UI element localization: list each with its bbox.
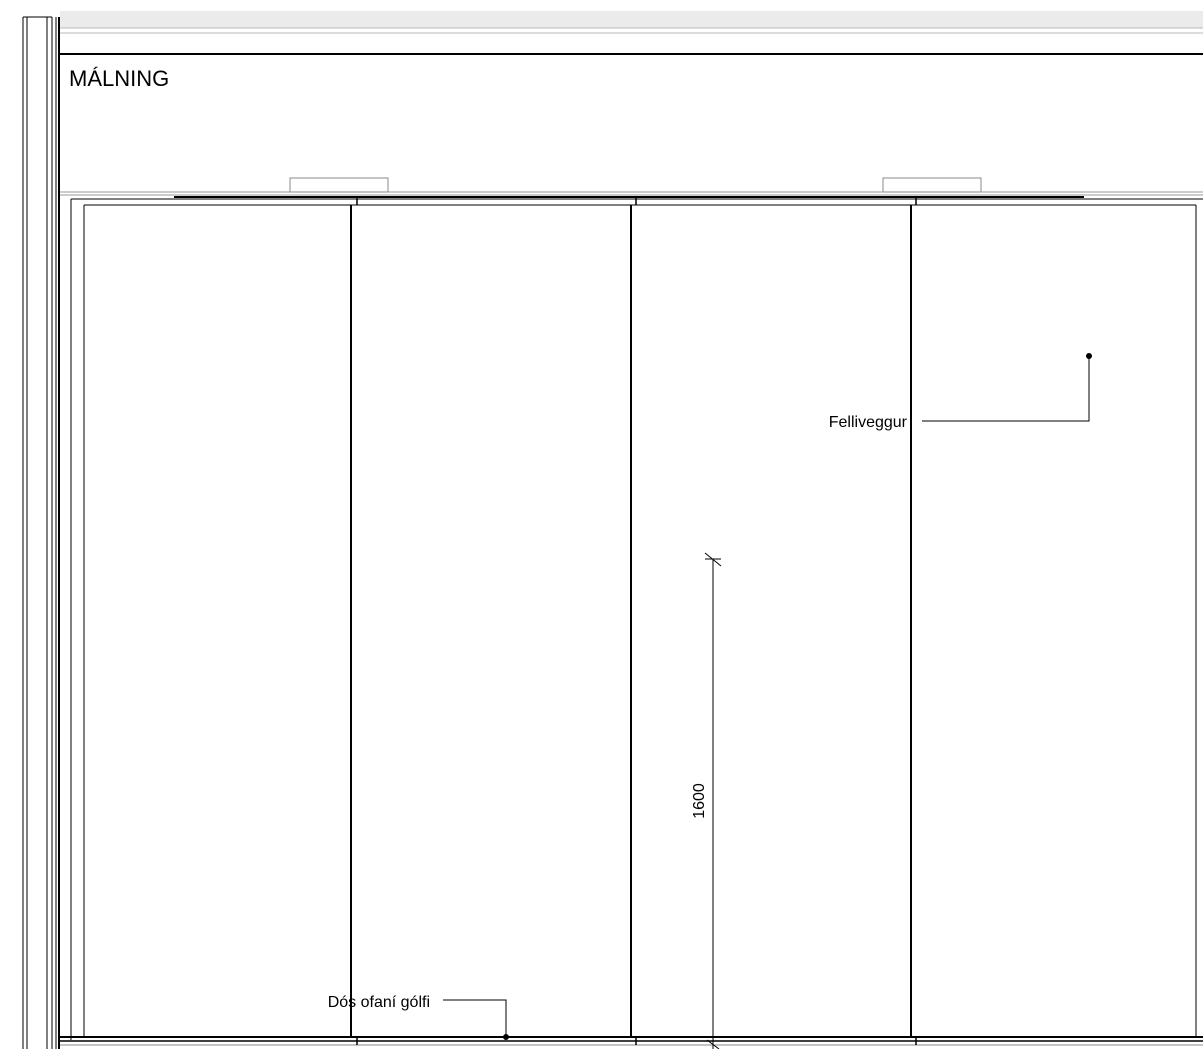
- partition-wall-label: Felliveggur: [829, 414, 908, 431]
- floor-line: [60, 1036, 1203, 1046]
- elevation-drawing: MÁLNING 1600 Felliveggur Dós ofaní gólfi: [0, 0, 1203, 1049]
- floor-box-label: Dós ofaní gólfi: [328, 994, 430, 1011]
- left-wall: [22, 16, 60, 1049]
- ceiling-track: [60, 177, 1203, 205]
- wall-frame: [70, 198, 1203, 1040]
- leader-floor-box: Dós ofaní gólfi: [328, 994, 509, 1040]
- height-dimension: 1600: [691, 552, 722, 1049]
- track-bracket-right: [882, 177, 982, 193]
- dimension-value: 1600: [691, 783, 708, 819]
- top-band: [0, 0, 1203, 55]
- panel-joints: [350, 205, 912, 1037]
- leader-partition-wall: Felliveggur: [829, 353, 1092, 431]
- section-title: MÁLNING: [69, 66, 169, 91]
- track-bracket-left: [289, 177, 389, 193]
